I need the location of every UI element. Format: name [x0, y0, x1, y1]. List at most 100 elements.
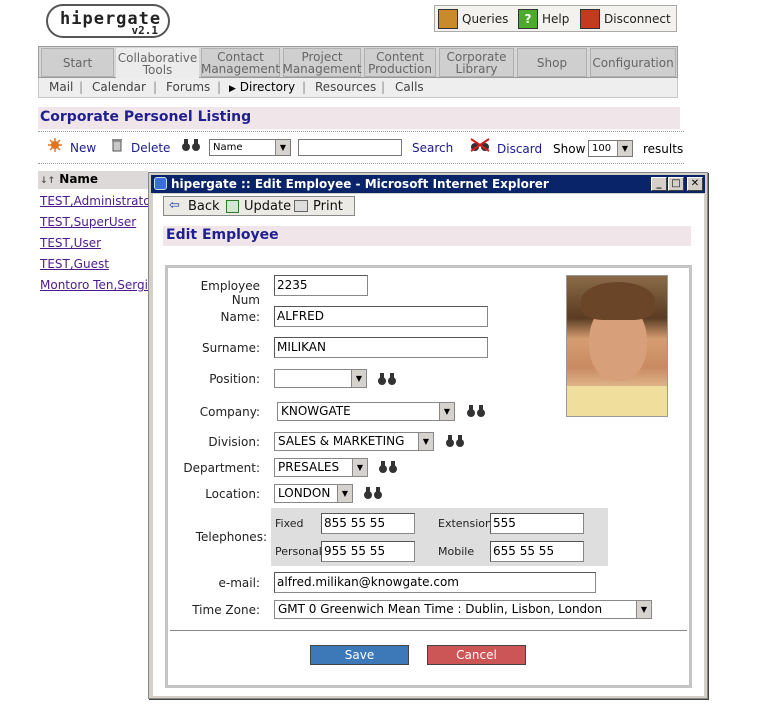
- chevron-down-icon: ▼: [337, 485, 352, 502]
- tab-label-line1: Project: [301, 49, 343, 64]
- disconnect-button[interactable]: Disconnect: [580, 8, 671, 30]
- list-item[interactable]: Montoro Ten,Sergio: [40, 278, 155, 292]
- list-item[interactable]: TEST,Administrator: [40, 194, 155, 208]
- active-arrow-icon: ▶: [229, 84, 236, 94]
- help-button[interactable]: ? Help: [518, 8, 569, 30]
- close-button[interactable]: ✕: [687, 177, 703, 191]
- company-value: KNOWGATE: [281, 404, 351, 418]
- search-link[interactable]: Search: [412, 141, 453, 155]
- email-label: e-mail:: [218, 576, 260, 590]
- chevron-down-icon: ▼: [352, 459, 367, 476]
- discard-link[interactable]: Discard: [497, 142, 542, 156]
- new-link[interactable]: New: [70, 141, 96, 155]
- list-item[interactable]: TEST,SuperUser: [40, 215, 136, 229]
- tab-configuration[interactable]: Configuration: [590, 48, 676, 77]
- hair-shape: [581, 282, 655, 320]
- surname-field[interactable]: MILIKAN: [274, 337, 488, 358]
- dialog-nav-buttons: ⇦ Back Update Print: [163, 196, 355, 216]
- refresh-icon: [226, 200, 239, 213]
- company-label: Company:: [199, 405, 260, 419]
- tab-project-management[interactable]: Project Management: [282, 48, 362, 77]
- fixed-phone-field[interactable]: 855 55 55: [321, 513, 415, 534]
- timezone-select[interactable]: GMT 0 Greenwich Mean Time : Dublin, Lisb…: [274, 600, 652, 619]
- tab-contact-management[interactable]: Contact Management: [201, 48, 280, 77]
- tab-corporate-library[interactable]: Corporate Library: [439, 48, 514, 77]
- subnav-calendar[interactable]: Calendar: [92, 80, 146, 94]
- queries-button[interactable]: Queries: [438, 8, 508, 30]
- tab-label-line2: Management: [200, 61, 281, 76]
- extension-field[interactable]: 555: [490, 513, 584, 534]
- back-button[interactable]: Back: [188, 199, 220, 214]
- list-item[interactable]: TEST,Guest: [40, 257, 109, 271]
- tab-label-line1: Contact: [217, 49, 264, 64]
- subnav-separator: |: [153, 80, 158, 94]
- subnav-calls[interactable]: Calls: [395, 80, 424, 94]
- top-action-bar: Queries ? Help Disconnect: [434, 5, 677, 32]
- cancel-button[interactable]: Cancel: [427, 645, 526, 665]
- division-select[interactable]: SALES & MARKETING ▼: [274, 432, 434, 451]
- name-column-header[interactable]: ↓↑ Name: [38, 171, 148, 189]
- fixed-label: Fixed: [275, 517, 304, 530]
- employee-num-field[interactable]: 2235: [274, 275, 368, 296]
- minimize-button[interactable]: _: [651, 177, 667, 191]
- tab-label-line1: Corporate: [446, 49, 507, 64]
- department-select[interactable]: PRESALES ▼: [274, 458, 368, 477]
- maximize-button[interactable]: □: [668, 177, 684, 191]
- email-field[interactable]: alfred.milikan@knowgate.com: [274, 572, 596, 593]
- subnav-forums[interactable]: Forums: [166, 80, 210, 94]
- search-input[interactable]: [298, 139, 402, 156]
- position-label: Position:: [209, 372, 260, 386]
- save-button[interactable]: Save: [310, 645, 409, 665]
- employee-num-label: Employee Num: [200, 279, 260, 307]
- subnav-directory[interactable]: ▶ Directory: [229, 80, 295, 94]
- mobile-label: Mobile: [438, 545, 475, 558]
- employee-photo: [566, 275, 668, 417]
- chevron-down-icon: ▼: [275, 140, 290, 155]
- results-count-select[interactable]: 100 ▼: [588, 140, 633, 157]
- divider: [38, 163, 684, 164]
- subnav-resources[interactable]: Resources: [315, 80, 376, 94]
- mobile-phone-field[interactable]: 655 55 55: [490, 541, 584, 562]
- personal-phone-field[interactable]: 955 55 55: [321, 541, 415, 562]
- location-label: Location:: [205, 487, 260, 501]
- binoculars-icon[interactable]: [376, 372, 398, 386]
- personal-label: Personal: [275, 545, 322, 558]
- tab-collaborative-tools[interactable]: Collaborative Tools: [116, 48, 199, 79]
- position-select[interactable]: ▼: [274, 369, 367, 388]
- hipergate-logo: hipergate v2.1: [46, 4, 170, 38]
- binoculars-icon[interactable]: [465, 404, 487, 418]
- division-label: Division:: [208, 435, 260, 449]
- disconnect-label: Disconnect: [604, 12, 671, 26]
- location-select[interactable]: LONDON ▼: [274, 484, 353, 503]
- results-label: results: [643, 142, 684, 156]
- tab-label-line1: Content: [376, 49, 424, 64]
- tab-content-production[interactable]: Content Production: [364, 48, 436, 77]
- results-count-value: 100: [592, 143, 612, 154]
- queries-icon: [438, 8, 458, 29]
- telephones-label: Telephones:: [195, 530, 267, 544]
- tab-shop[interactable]: Shop: [517, 48, 587, 77]
- subnav-separator: |: [381, 80, 386, 94]
- window-titlebar[interactable]: hipergate :: Edit Employee - Microsoft I…: [151, 175, 705, 193]
- binoculars-icon[interactable]: [362, 486, 384, 500]
- tab-configuration-label: Configuration: [592, 55, 674, 70]
- list-item[interactable]: TEST,User: [40, 236, 101, 250]
- name-label: Name:: [220, 310, 260, 324]
- subnav-mail[interactable]: Mail: [49, 80, 73, 94]
- sort-icon: ↓↑: [40, 176, 56, 186]
- update-button[interactable]: Update: [244, 199, 291, 214]
- new-icon: [48, 138, 62, 152]
- delete-link[interactable]: Delete: [131, 141, 170, 155]
- company-select[interactable]: KNOWGATE ▼: [277, 402, 455, 421]
- tab-label-line2: Management: [282, 61, 362, 76]
- binoculars-icon[interactable]: [444, 434, 466, 448]
- printer-icon: [294, 200, 308, 212]
- search-field-select[interactable]: Name ▼: [209, 139, 291, 156]
- window-title: hipergate :: Edit Employee - Microsoft I…: [171, 177, 549, 191]
- extension-label: Extension: [438, 517, 493, 530]
- tab-start[interactable]: Start: [41, 48, 114, 77]
- print-button[interactable]: Print: [313, 199, 343, 214]
- binoculars-icon[interactable]: [377, 460, 399, 474]
- chevron-down-icon: ▼: [439, 403, 454, 420]
- name-field[interactable]: ALFRED: [274, 306, 488, 327]
